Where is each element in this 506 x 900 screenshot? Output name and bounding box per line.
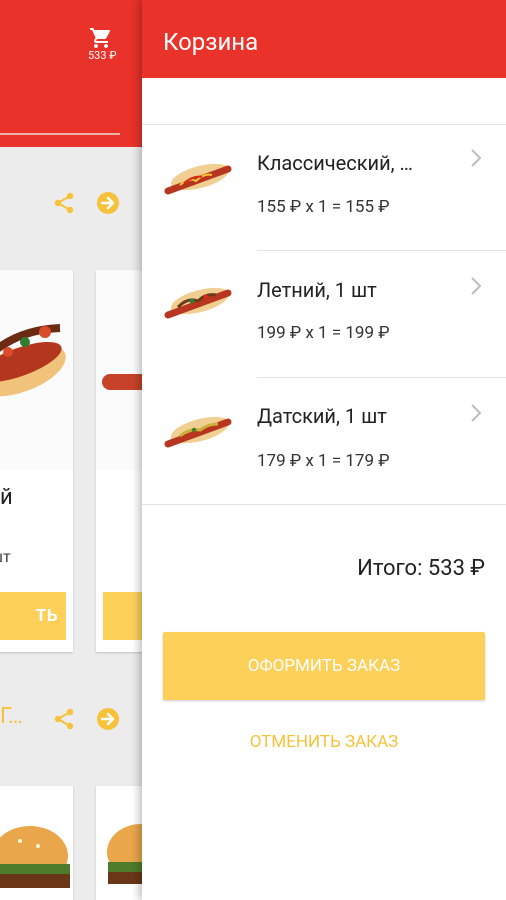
cart-item-name: Датский, 1 шт — [257, 404, 387, 428]
burger-image — [0, 826, 70, 888]
place-order-button[interactable]: ОФОРМИТЬ ЗАКАЗ — [163, 632, 485, 700]
product-card[interactable]: й шт ТЬ — [0, 270, 73, 652]
cart-total: Итого: 533 ₽ — [357, 556, 485, 581]
cancel-order-button[interactable]: ОТМЕНИТЬ ЗАКАЗ — [163, 724, 485, 760]
arrow-right-circle-icon[interactable] — [96, 191, 120, 215]
cart-item[interactable]: Классический, … 155 ₽ x 1 = 155 ₽ — [142, 125, 506, 251]
product-image — [96, 270, 142, 470]
add-to-cart-button[interactable]: ТЬ — [0, 592, 66, 640]
hotdog-thumbnail — [164, 287, 232, 319]
header-cart-total: 533 ₽ — [88, 49, 117, 62]
chevron-right-icon — [471, 277, 482, 295]
cart-item-name: Классический, … — [257, 151, 413, 175]
cart-item-name: Летний, 1 шт — [257, 278, 377, 302]
product-card[interactable] — [96, 786, 142, 900]
cart-item-price: 155 ₽ x 1 = 155 ₽ — [257, 197, 390, 217]
arrow-right-circle-icon[interactable] — [96, 707, 120, 731]
hotdog-thumbnail — [164, 163, 232, 195]
add-to-cart-button[interactable] — [103, 592, 142, 640]
header-cart-button[interactable]: 533 ₽ — [86, 26, 126, 66]
product-subtitle: шт — [0, 547, 11, 566]
sausage-image — [102, 374, 142, 390]
product-card[interactable] — [96, 270, 142, 652]
cart-item-price: 179 ₽ x 1 = 179 ₽ — [257, 451, 390, 471]
hotdog-thumbnail — [164, 416, 232, 448]
search-underline — [0, 133, 120, 135]
burger-image — [107, 824, 142, 884]
product-image — [0, 270, 73, 470]
section-actions — [52, 190, 122, 216]
main-header: 533 ₽ — [0, 0, 142, 147]
section-title: Г… — [0, 704, 23, 729]
cart-header: Корзина — [142, 0, 506, 78]
share-icon[interactable] — [52, 191, 76, 215]
product-card[interactable] — [0, 786, 73, 900]
cart-title: Корзина — [163, 28, 259, 56]
cart-item-price: 199 ₽ x 1 = 199 ₽ — [257, 323, 390, 343]
cart-item[interactable]: Летний, 1 шт 199 ₽ x 1 = 199 ₽ — [142, 251, 506, 378]
cart-drawer: Корзина Классический, … 155 ₽ x 1 = 155 … — [142, 0, 506, 900]
cart-icon — [90, 28, 111, 48]
hotdog-image — [0, 324, 66, 397]
cart-item[interactable]: Датский, 1 шт 179 ₽ x 1 = 179 ₽ — [142, 378, 506, 504]
chevron-right-icon — [471, 404, 482, 422]
chevron-right-icon — [471, 149, 482, 167]
main-screen-background: 533 ₽ й шт ТЬ — [0, 0, 142, 900]
product-title: й — [0, 485, 13, 510]
section-actions — [52, 706, 122, 732]
share-icon[interactable] — [52, 707, 76, 731]
divider — [142, 504, 506, 505]
